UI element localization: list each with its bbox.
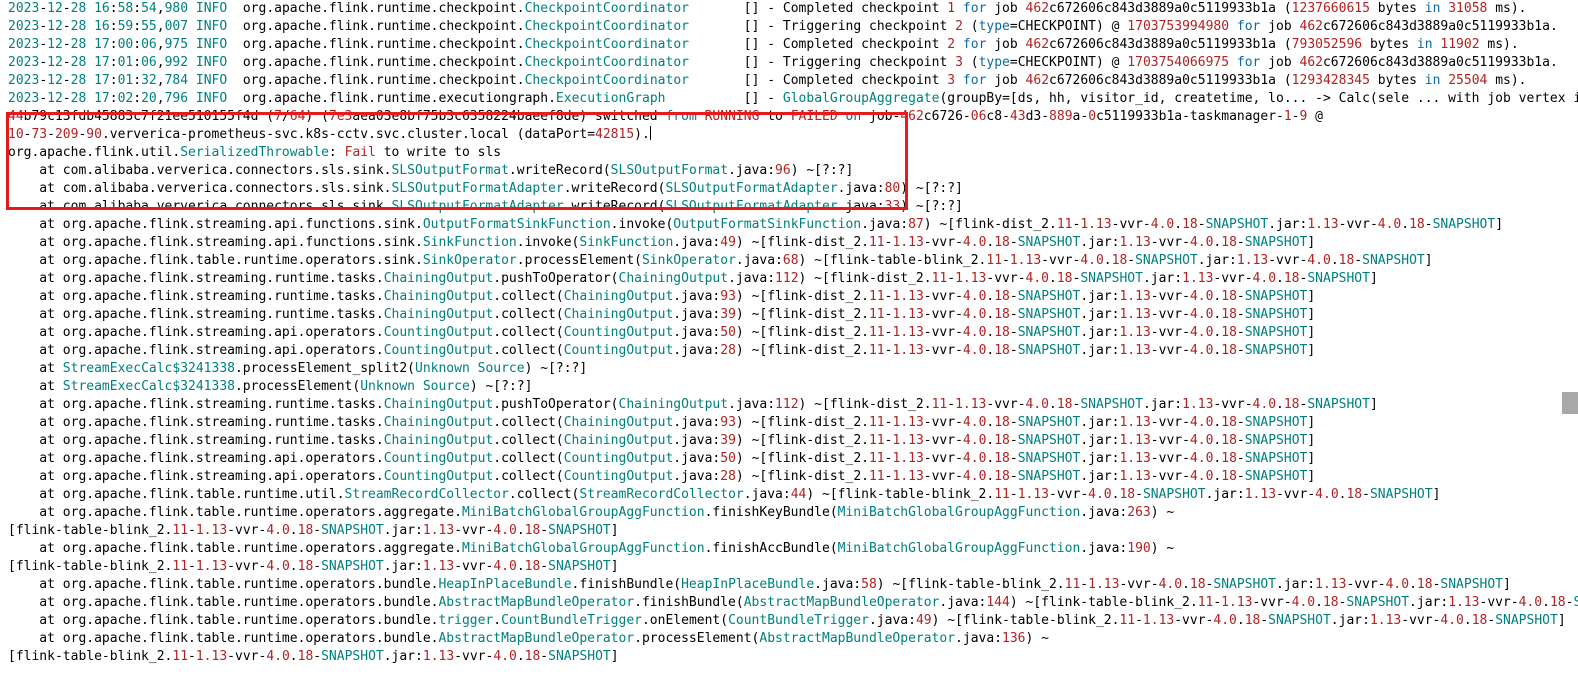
log-line: at org.apache.flink.streaming.api.operat…	[0, 324, 1578, 342]
log-line: at StreamExecCalc$3241338.processElement…	[0, 378, 1578, 396]
log-line: at org.apache.flink.streaming.api.operat…	[0, 468, 1578, 486]
log-line: at com.alibaba.ververica.connectors.sls.…	[0, 198, 1578, 216]
log-line: at org.apache.flink.streaming.runtime.ta…	[0, 432, 1578, 450]
log-line: at org.apache.flink.table.runtime.operat…	[0, 540, 1578, 558]
log-line: 2023-12-28 17:01:32,784 INFO org.apache.…	[0, 72, 1578, 90]
log-line: [flink-table-blink_2.11-1.13-vvr-4.0.18-…	[0, 522, 1578, 540]
log-line: at org.apache.flink.table.runtime.operat…	[0, 612, 1578, 630]
log-line: at org.apache.flink.streaming.runtime.ta…	[0, 396, 1578, 414]
log-line: at org.apache.flink.streaming.api.operat…	[0, 342, 1578, 360]
log-line: 2023-12-28 16:59:55,007 INFO org.apache.…	[0, 18, 1578, 36]
log-line: at org.apache.flink.streaming.api.functi…	[0, 234, 1578, 252]
log-line: at org.apache.flink.streaming.runtime.ta…	[0, 270, 1578, 288]
log-line: at org.apache.flink.streaming.runtime.ta…	[0, 306, 1578, 324]
log-line: at org.apache.flink.table.runtime.operat…	[0, 504, 1578, 522]
log-line: at org.apache.flink.table.runtime.util.S…	[0, 486, 1578, 504]
log-line: at com.alibaba.ververica.connectors.sls.…	[0, 180, 1578, 198]
log-line: 2023-12-28 17:02:20,796 INFO org.apache.…	[0, 90, 1578, 108]
log-line: [flink-table-blink_2.11-1.13-vvr-4.0.18-…	[0, 648, 1578, 666]
log-line: org.apache.flink.util.SerializedThrowabl…	[0, 144, 1578, 162]
log-line: 44b79c13fdb45883c7f21ee510155f4d (7/64) …	[0, 108, 1578, 126]
log-line: at StreamExecCalc$3241338.processElement…	[0, 360, 1578, 378]
scrollbar-track[interactable]	[1562, 0, 1578, 666]
log-line: at com.alibaba.ververica.connectors.sls.…	[0, 162, 1578, 180]
log-line: 2023-12-28 17:00:06,975 INFO org.apache.…	[0, 36, 1578, 54]
log-line: at org.apache.flink.table.runtime.operat…	[0, 630, 1578, 648]
log-line: 10-73-209-90.ververica-prometheus-svc.k8…	[0, 126, 1578, 144]
log-line: 2023-12-28 17:01:06,992 INFO org.apache.…	[0, 54, 1578, 72]
log-line: at org.apache.flink.streaming.runtime.ta…	[0, 288, 1578, 306]
log-viewport: 2023-12-28 16:58:54,980 INFO org.apache.…	[0, 0, 1578, 666]
log-line: 2023-12-28 16:58:54,980 INFO org.apache.…	[0, 0, 1578, 18]
log-line: [flink-table-blink_2.11-1.13-vvr-4.0.18-…	[0, 558, 1578, 576]
log-line: at org.apache.flink.table.runtime.operat…	[0, 594, 1578, 612]
log-line: at org.apache.flink.streaming.api.functi…	[0, 216, 1578, 234]
scrollbar-thumb[interactable]	[1562, 392, 1578, 414]
log-line: at org.apache.flink.table.runtime.operat…	[0, 576, 1578, 594]
log-line: at org.apache.flink.streaming.api.operat…	[0, 450, 1578, 468]
log-line: at org.apache.flink.table.runtime.operat…	[0, 252, 1578, 270]
log-line: at org.apache.flink.streaming.runtime.ta…	[0, 414, 1578, 432]
